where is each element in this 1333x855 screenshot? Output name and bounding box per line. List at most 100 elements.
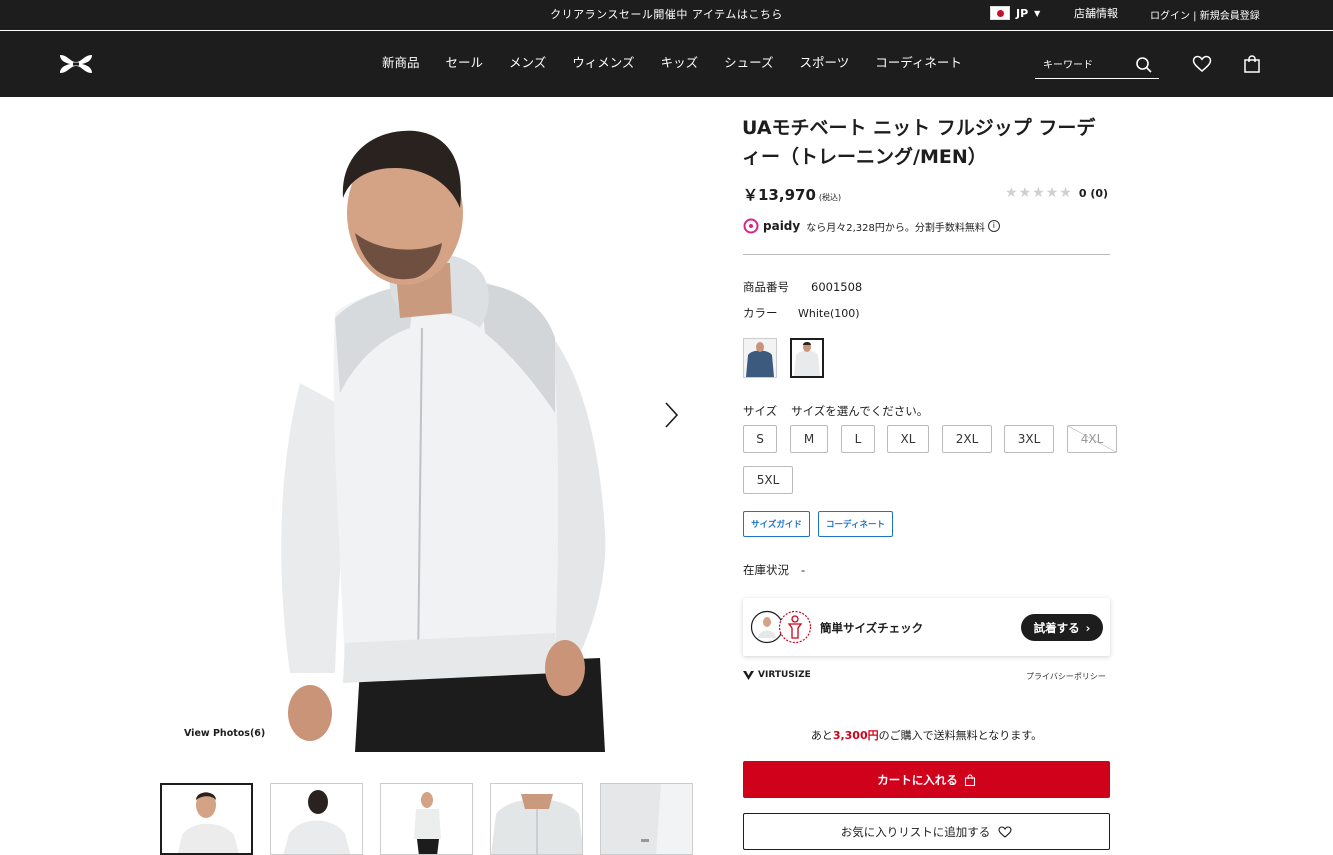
thumbnail-4-photo xyxy=(491,784,582,854)
star-icon: ★ xyxy=(1045,185,1059,201)
thumbnail-5-photo xyxy=(601,784,692,854)
nav-womens[interactable]: ウィメンズ xyxy=(572,52,634,71)
nav-shoes[interactable]: シューズ xyxy=(724,52,773,71)
paidy-logo-icon xyxy=(743,218,759,234)
nav-sports[interactable]: スポーツ xyxy=(799,52,849,71)
thumbnail-5[interactable] xyxy=(600,783,693,855)
star-icon: ★ xyxy=(1018,185,1032,201)
under-armour-logo[interactable] xyxy=(58,53,94,75)
nav-sale[interactable]: セール xyxy=(446,52,484,71)
color-value: White(100) xyxy=(798,307,860,320)
add-to-favorites-button[interactable]: お気に入りリストに追加する xyxy=(743,813,1110,850)
promo-link[interactable]: クリアランスセール開催中 アイテムはこちら xyxy=(0,6,1333,22)
price-value: ￥13,970 xyxy=(743,186,816,204)
locale-label: JP xyxy=(1016,6,1029,20)
star-icon: ★ xyxy=(1059,185,1072,201)
product-rating[interactable]: ★ ★ ★ ★ ★ 0 (0) xyxy=(1005,186,1108,200)
nav-kids[interactable]: キッズ xyxy=(661,52,699,71)
item-number-value: 6001508 xyxy=(811,280,863,294)
size-option-l[interactable]: L xyxy=(841,425,875,453)
color-swatch-navy[interactable] xyxy=(743,338,777,378)
review-count: 0 (0) xyxy=(1078,186,1109,200)
size-option-s[interactable]: S xyxy=(743,425,777,453)
tax-included-note: (税込) xyxy=(818,193,842,202)
size-label-row: サイズ サイズを選んでください。 xyxy=(743,403,928,419)
login-register-link[interactable]: ログイン | 新規会員登録 xyxy=(1150,7,1260,22)
free-shipping-note: あと3,300円のご購入で送料無料となります。 xyxy=(743,727,1110,743)
color-label: カラー xyxy=(743,306,778,320)
thumbnail-4[interactable] xyxy=(490,783,583,855)
info-icon[interactable]: i xyxy=(987,220,1000,232)
star-icon: ★ xyxy=(1005,185,1018,201)
search-input[interactable] xyxy=(1035,53,1135,78)
thumbnail-1[interactable] xyxy=(160,783,253,855)
site-header: 新商品 セール メンズ ウィメンズ キッズ シューズ スポーツ コーディネート xyxy=(0,31,1333,97)
navy-hoodie-thumbnail xyxy=(744,339,776,377)
thumbnail-2-photo xyxy=(271,784,362,854)
stock-status-row: 在庫状況 - xyxy=(743,562,805,578)
wishlist-heart-icon[interactable] xyxy=(1192,55,1212,73)
color-swatches xyxy=(743,338,824,378)
chevron-right-icon: › xyxy=(1085,620,1091,635)
white-hoodie-thumbnail xyxy=(792,340,822,376)
model-wearing-hoodie-illustration xyxy=(281,130,606,752)
nav-coordinate[interactable]: コーディネート xyxy=(875,52,962,71)
size-hint: サイズを選んでください。 xyxy=(791,404,929,418)
size-option-3xl[interactable]: 3XL xyxy=(1004,425,1054,453)
japan-flag-icon xyxy=(990,6,1010,20)
size-option-xl[interactable]: XL xyxy=(887,425,929,453)
heart-icon xyxy=(998,825,1012,838)
thumbnail-3[interactable] xyxy=(380,783,473,855)
caret-down-icon: ▼ xyxy=(1034,8,1041,18)
paidy-brand: paidy xyxy=(763,219,801,233)
size-label: サイズ xyxy=(743,404,778,418)
cart-bag-icon xyxy=(964,773,975,786)
item-number-label: 商品番号 xyxy=(743,280,789,294)
stock-value: - xyxy=(801,563,806,577)
size-option-4xl-soldout[interactable]: 4XL xyxy=(1067,425,1117,453)
virtusize-logo: VIRTUSIZE xyxy=(743,670,811,680)
shipping-prefix: あと xyxy=(810,729,833,742)
search-box xyxy=(1035,53,1159,79)
add-to-favorites-label: お気に入りリストに追加する xyxy=(840,824,991,839)
divider xyxy=(743,254,1110,255)
try-on-button[interactable]: 試着する › xyxy=(1021,614,1103,641)
product-title: UAモチベート ニット フルジップ フーディー（トレーニング/MEN） xyxy=(742,117,1096,168)
color-swatch-white[interactable] xyxy=(790,338,824,378)
size-option-2xl[interactable]: 2XL xyxy=(942,425,992,453)
thumbnail-2[interactable] xyxy=(270,783,363,855)
try-on-label: 試着する xyxy=(1033,620,1080,635)
shopping-bag-icon[interactable] xyxy=(1243,55,1261,73)
size-option-m[interactable]: M xyxy=(790,425,828,453)
product-price: ￥13,970 (税込) xyxy=(743,184,841,205)
nav-new-arrivals[interactable]: 新商品 xyxy=(382,52,420,71)
store-info-link[interactable]: 店舗情報 xyxy=(1074,5,1118,21)
coordinate-button[interactable]: コーディネート xyxy=(818,511,893,537)
shipping-suffix: のご購入で送料無料となります。 xyxy=(878,729,1043,742)
thumbnail-strip xyxy=(160,783,693,855)
paidy-text: なら月々2,328円から。分割手数料無料 xyxy=(806,222,985,234)
virtusize-size-check-card[interactable]: 簡単サイズチェック 試着する › xyxy=(743,598,1110,656)
virtusize-v-icon xyxy=(743,670,754,680)
size-check-text: 簡単サイズチェック xyxy=(820,621,924,635)
virtusize-avatars-icon xyxy=(750,610,812,644)
search-icon[interactable] xyxy=(1135,56,1153,74)
thumbnail-1-photo xyxy=(162,785,251,853)
locale-selector[interactable]: JP ▼ xyxy=(990,6,1040,20)
thumbnail-3-photo xyxy=(381,784,472,854)
paidy-installment-info: paidy なら月々2,328円から。分割手数料無料 i xyxy=(743,218,1000,234)
nav-mens[interactable]: メンズ xyxy=(509,52,546,71)
size-guide-button[interactable]: サイズガイド xyxy=(743,511,810,537)
add-to-cart-button[interactable]: カートに入れる xyxy=(743,761,1110,798)
privacy-policy-link[interactable]: プライバシーポリシー xyxy=(1026,671,1106,682)
item-number-row: 商品番号 6001508 xyxy=(743,279,862,295)
size-option-5xl[interactable]: 5XL xyxy=(743,466,793,494)
announcement-bar: クリアランスセール開催中 アイテムはこちら JP ▼ 店舗情報 ログイン | 新… xyxy=(0,0,1333,30)
main-product-photo[interactable] xyxy=(160,113,688,752)
next-image-chevron-right-icon[interactable] xyxy=(660,400,682,430)
main-nav: 新商品 セール メンズ ウィメンズ キッズ シューズ スポーツ コーディネート xyxy=(382,52,988,71)
star-icon: ★ xyxy=(1032,185,1045,201)
view-photos-link[interactable]: View Photos(6) xyxy=(184,728,265,739)
shipping-amount: 3,300円 xyxy=(832,729,879,742)
color-row: カラー White(100) xyxy=(743,305,860,321)
